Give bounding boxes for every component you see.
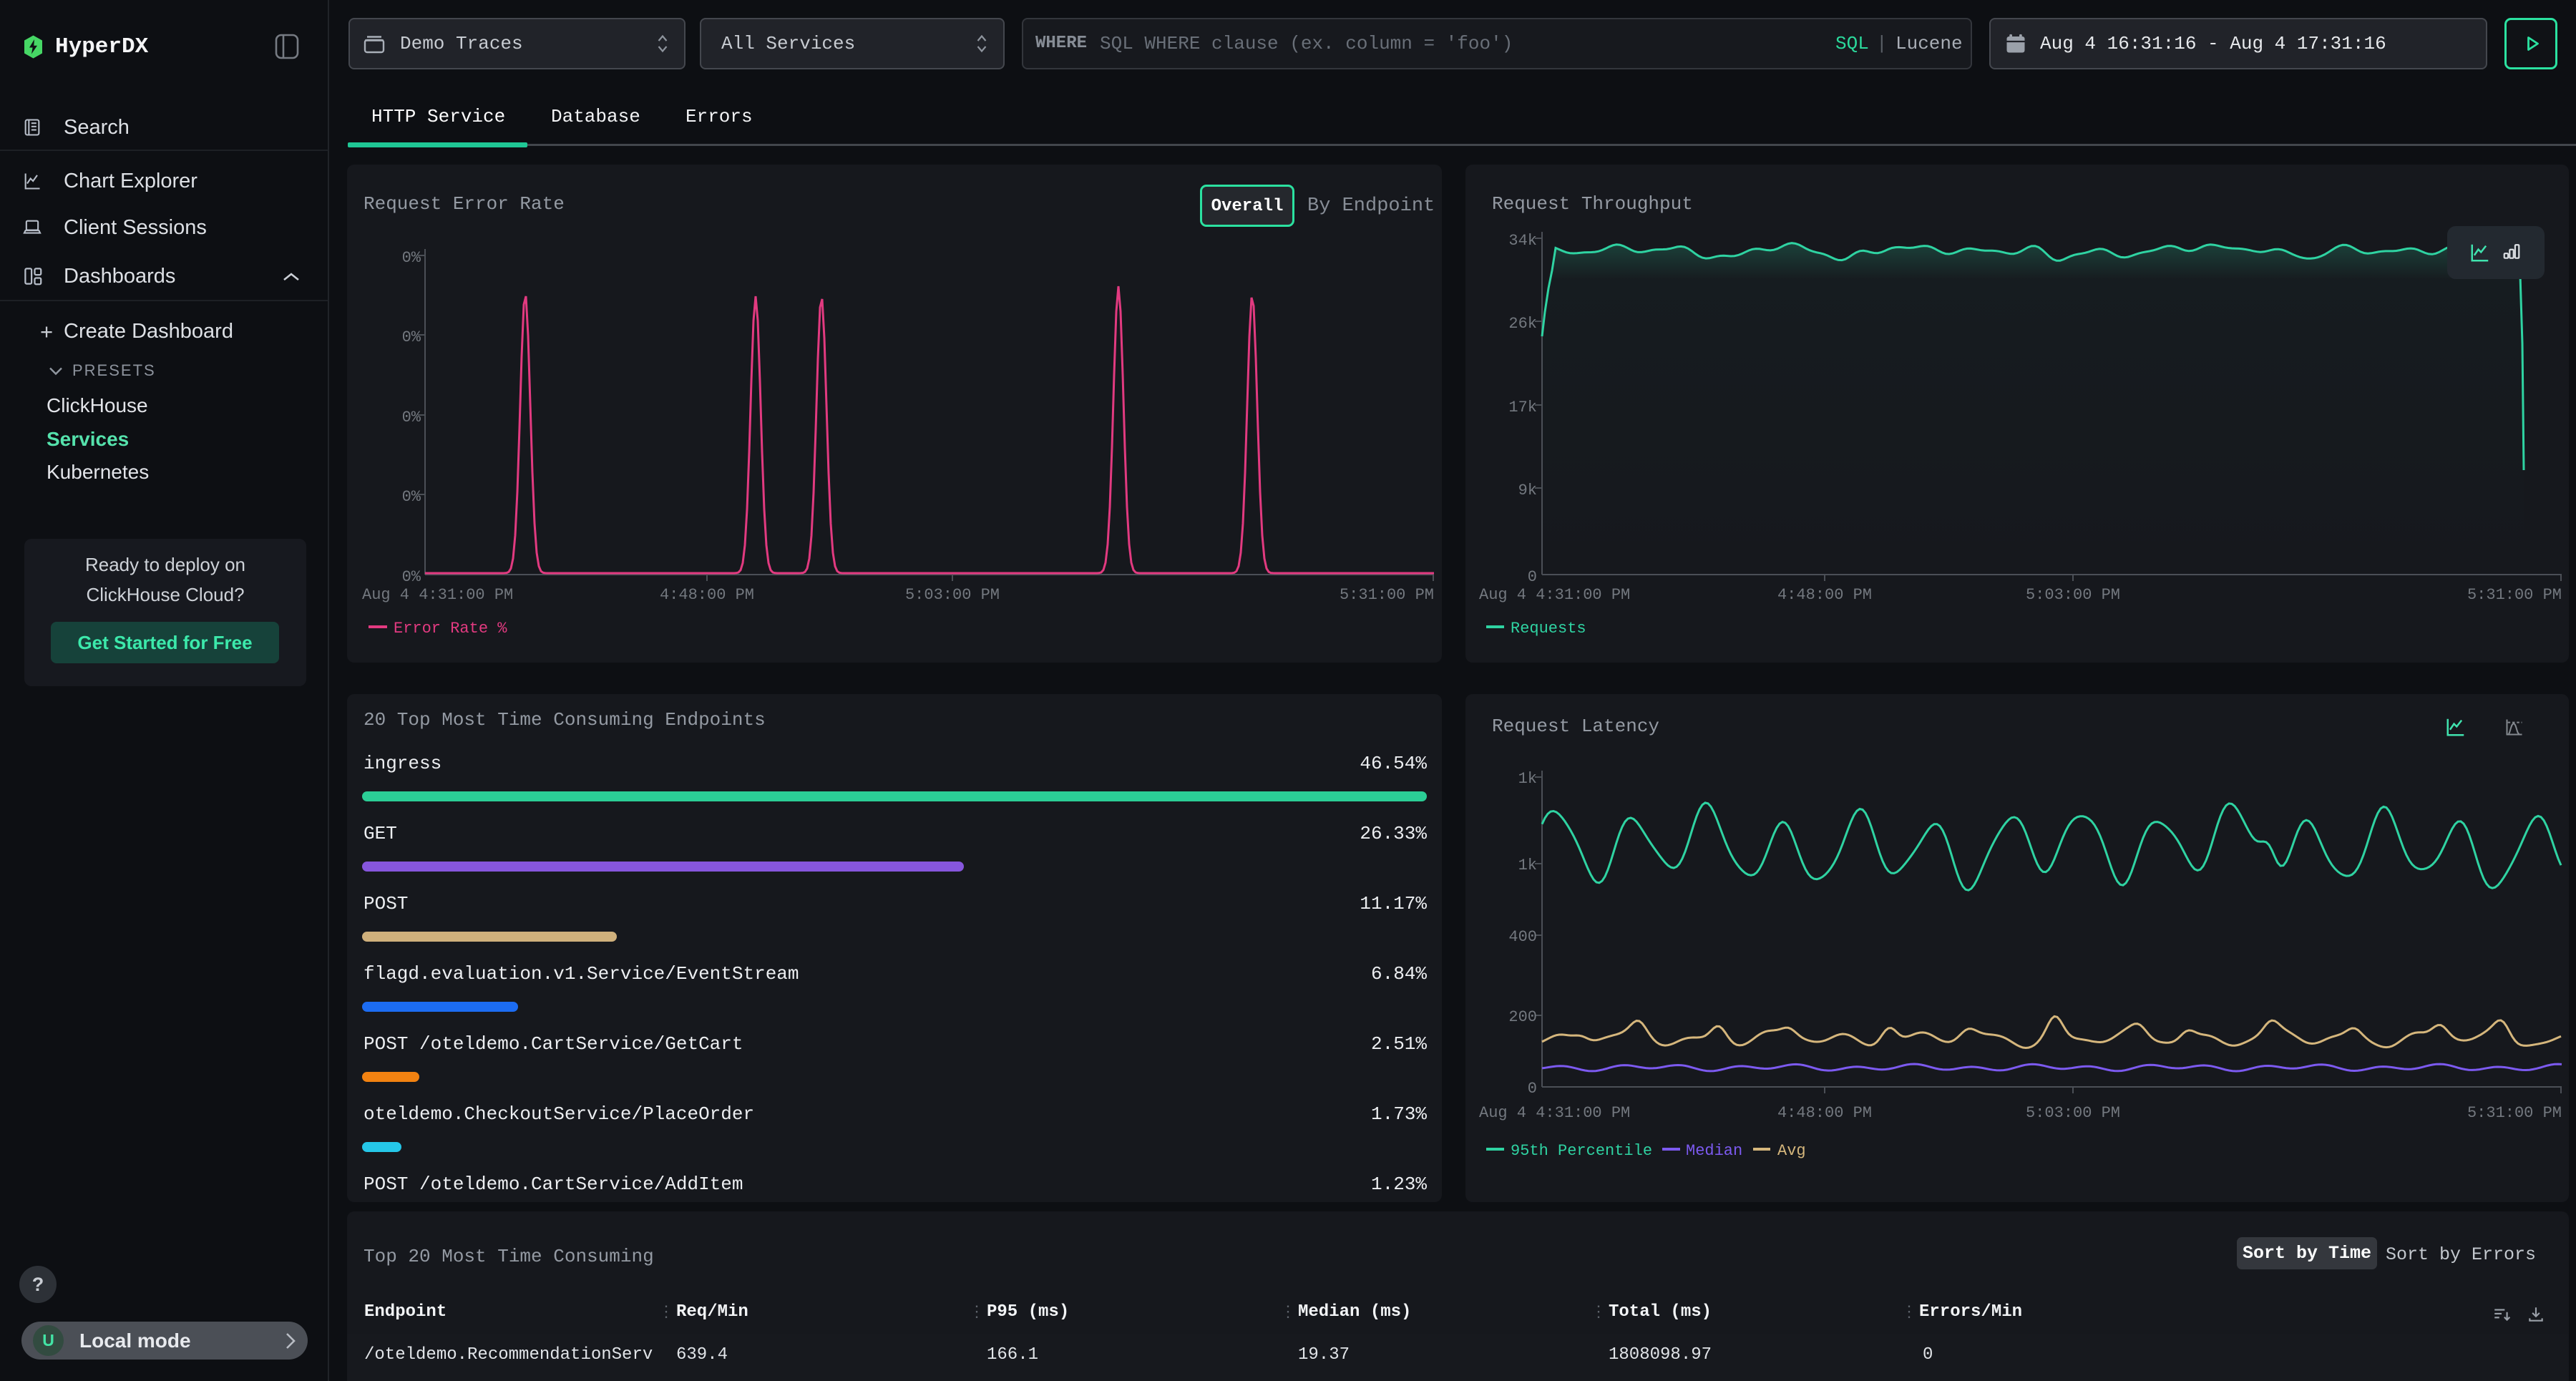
svg-text:200: 200 <box>1508 1008 1537 1026</box>
svg-text:Aug 4 4:31:00 PM: Aug 4 4:31:00 PM <box>1479 1104 1630 1122</box>
svg-text:0: 0 <box>1528 1080 1537 1098</box>
svg-text:5:31:00 PM: 5:31:00 PM <box>2467 1104 2562 1122</box>
svg-text:95th Percentile: 95th Percentile <box>1511 1142 1652 1160</box>
svg-text:400: 400 <box>1508 928 1537 946</box>
svg-text:4:48:00 PM: 4:48:00 PM <box>1777 1104 1872 1122</box>
svg-text:1k: 1k <box>1518 857 1537 874</box>
svg-text:Avg: Avg <box>1777 1142 1806 1160</box>
svg-text:Median: Median <box>1686 1142 1742 1160</box>
svg-text:5:03:00 PM: 5:03:00 PM <box>2026 1104 2120 1122</box>
svg-text:1k: 1k <box>1518 770 1537 788</box>
